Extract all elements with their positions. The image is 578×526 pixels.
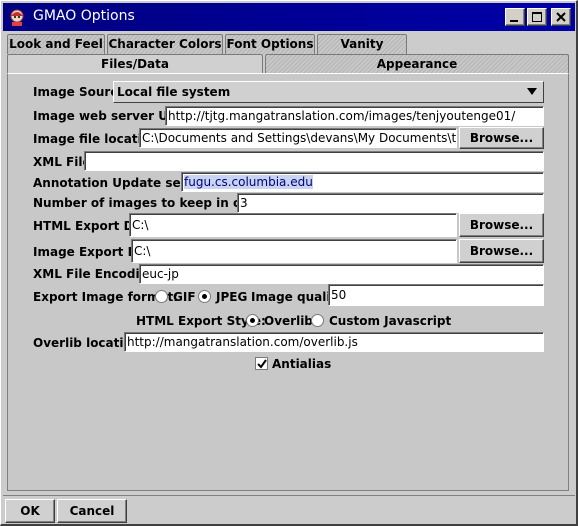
maximize-icon [532, 12, 542, 22]
jpeg-radio[interactable] [198, 290, 211, 303]
browse-image-export-button[interactable]: Browse... [459, 239, 544, 263]
minimize-button[interactable] [505, 8, 525, 26]
antialias-label: Antialias [272, 357, 332, 371]
ok-button[interactable]: OK [5, 499, 55, 523]
tab-appearance[interactable]: Appearance [265, 54, 569, 74]
image-export-dir-input[interactable]: C:\ [131, 239, 457, 263]
browse-file-location-button[interactable]: Browse... [459, 127, 544, 149]
overlib-location-input[interactable]: http://mangatranslation.com/overlib.js [124, 332, 544, 352]
dropdown-arrow-icon [527, 88, 537, 95]
annotation-server-input[interactable]: fugu.cs.columbia.edu [181, 172, 544, 192]
image-quality-input[interactable]: 50 [328, 284, 544, 306]
jpeg-label: JPEG [216, 290, 248, 304]
title-bar[interactable]: GMAO Options [3, 3, 575, 31]
web-url-input[interactable]: http://tjtg.mangatranslation.com/images/… [165, 106, 544, 126]
tab-character-colors[interactable]: Character Colors [107, 34, 223, 54]
file-location-input[interactable]: C:\Documents and Settings\devans\My Docu… [139, 128, 457, 148]
browse-html-export-button[interactable]: Browse... [459, 213, 544, 237]
checkmark-icon [257, 359, 267, 369]
image-source-value: Local file system [117, 85, 231, 99]
overlib-label: Overlib [264, 314, 313, 328]
options-window: GMAO Options Look and Feel Character Col… [0, 0, 578, 526]
tab-files-data[interactable]: Files/Data [7, 54, 263, 74]
gif-label: GIF [173, 290, 196, 304]
custom-javascript-label: Custom Javascript [329, 314, 452, 328]
cancel-button[interactable]: Cancel [57, 499, 127, 523]
minimize-icon [510, 20, 518, 22]
overlib-radio[interactable] [246, 314, 259, 327]
annotation-server-value: fugu.cs.columbia.edu [184, 175, 313, 189]
xml-encoding-input[interactable]: euc-jp [139, 264, 544, 284]
close-icon [556, 12, 566, 22]
tab-look-and-feel[interactable]: Look and Feel [7, 34, 105, 54]
antialias-checkbox[interactable] [255, 357, 268, 370]
custom-javascript-radio[interactable] [311, 314, 324, 327]
html-export-dir-input[interactable]: C:\ [129, 213, 457, 237]
image-source-label: Image Source [33, 85, 126, 99]
window-title: GMAO Options [33, 8, 135, 24]
maximize-button[interactable] [527, 8, 547, 26]
xml-file-input[interactable] [84, 151, 544, 171]
close-button[interactable] [551, 8, 571, 26]
gif-radio[interactable] [155, 290, 168, 303]
tab-font-options[interactable]: Font Options [225, 34, 315, 54]
tab-vanity-string[interactable]: Vanity String [317, 34, 407, 69]
cache-input[interactable]: 3 [237, 193, 544, 213]
image-source-dropdown[interactable]: Local file system [113, 81, 544, 103]
app-icon [7, 7, 27, 27]
